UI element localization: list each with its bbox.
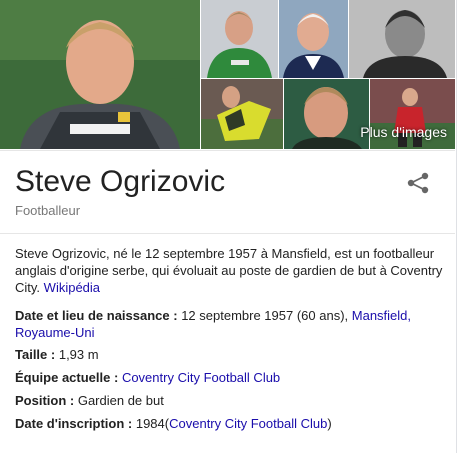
fact-height: Taille : 1,93 m [15,346,445,363]
fact-team-label: Équipe actuelle : [15,370,119,385]
photo-graphic [0,0,200,149]
fact-birth: Date et lieu de naissance : 12 septembre… [15,307,445,341]
section-divider [0,233,455,234]
photo-graphic [201,79,283,149]
photo-goalkeeper-grey-kit[interactable] [0,0,200,149]
joined-team-link[interactable]: Coventry City Football Club [169,416,327,431]
fact-height-value: 1,93 m [58,347,99,362]
photo-graphic [201,0,278,78]
knowledge-panel: Plus d'images Steve Ogrizovic Footballeu… [0,0,457,453]
fact-joined: Date d'inscription : 1984(Coventry City … [15,415,445,432]
fact-position: Position : Gardien de but [15,392,445,409]
more-images-link[interactable]: Plus d'images [360,123,447,141]
fact-birth-label: Date et lieu de naissance : [15,308,178,323]
fact-joined-label: Date d'inscription : [15,416,133,431]
photo-portrait-close-up[interactable] [284,79,369,149]
photo-smiling-white-shirt[interactable] [279,0,348,78]
entity-title: Steve Ogrizovic [15,165,226,198]
entity-subtitle: Footballeur [15,203,81,218]
photo-yellow-jersey-action[interactable] [201,79,283,149]
fact-joined-value: 1984 [135,416,165,431]
current-team-link[interactable]: Coventry City Football Club [122,370,280,385]
fact-height-label: Taille : [15,347,56,362]
share-icon [407,172,429,194]
photo-black-and-white[interactable] [349,0,455,78]
photo-goalkeeper-green-kit[interactable] [201,0,278,78]
photo-graphic [284,79,369,149]
fact-birth-value: 12 septembre 1957 (60 ans), [181,308,349,323]
fact-position-label: Position : [15,393,75,408]
entity-description: Steve Ogrizovic, né le 12 septembre 1957… [15,245,443,296]
image-mosaic: Plus d'images [0,0,455,149]
photo-graphic [279,0,348,78]
entity-header: Steve Ogrizovic Footballeur [0,150,455,233]
fact-position-value: Gardien de but [77,393,164,408]
fact-team: Équipe actuelle : Coventry City Football… [15,369,445,386]
wikipedia-link[interactable]: Wikipédia [44,280,100,295]
fact-joined-close-paren: ) [327,416,332,431]
share-button[interactable] [402,167,434,199]
photo-graphic [349,0,455,78]
